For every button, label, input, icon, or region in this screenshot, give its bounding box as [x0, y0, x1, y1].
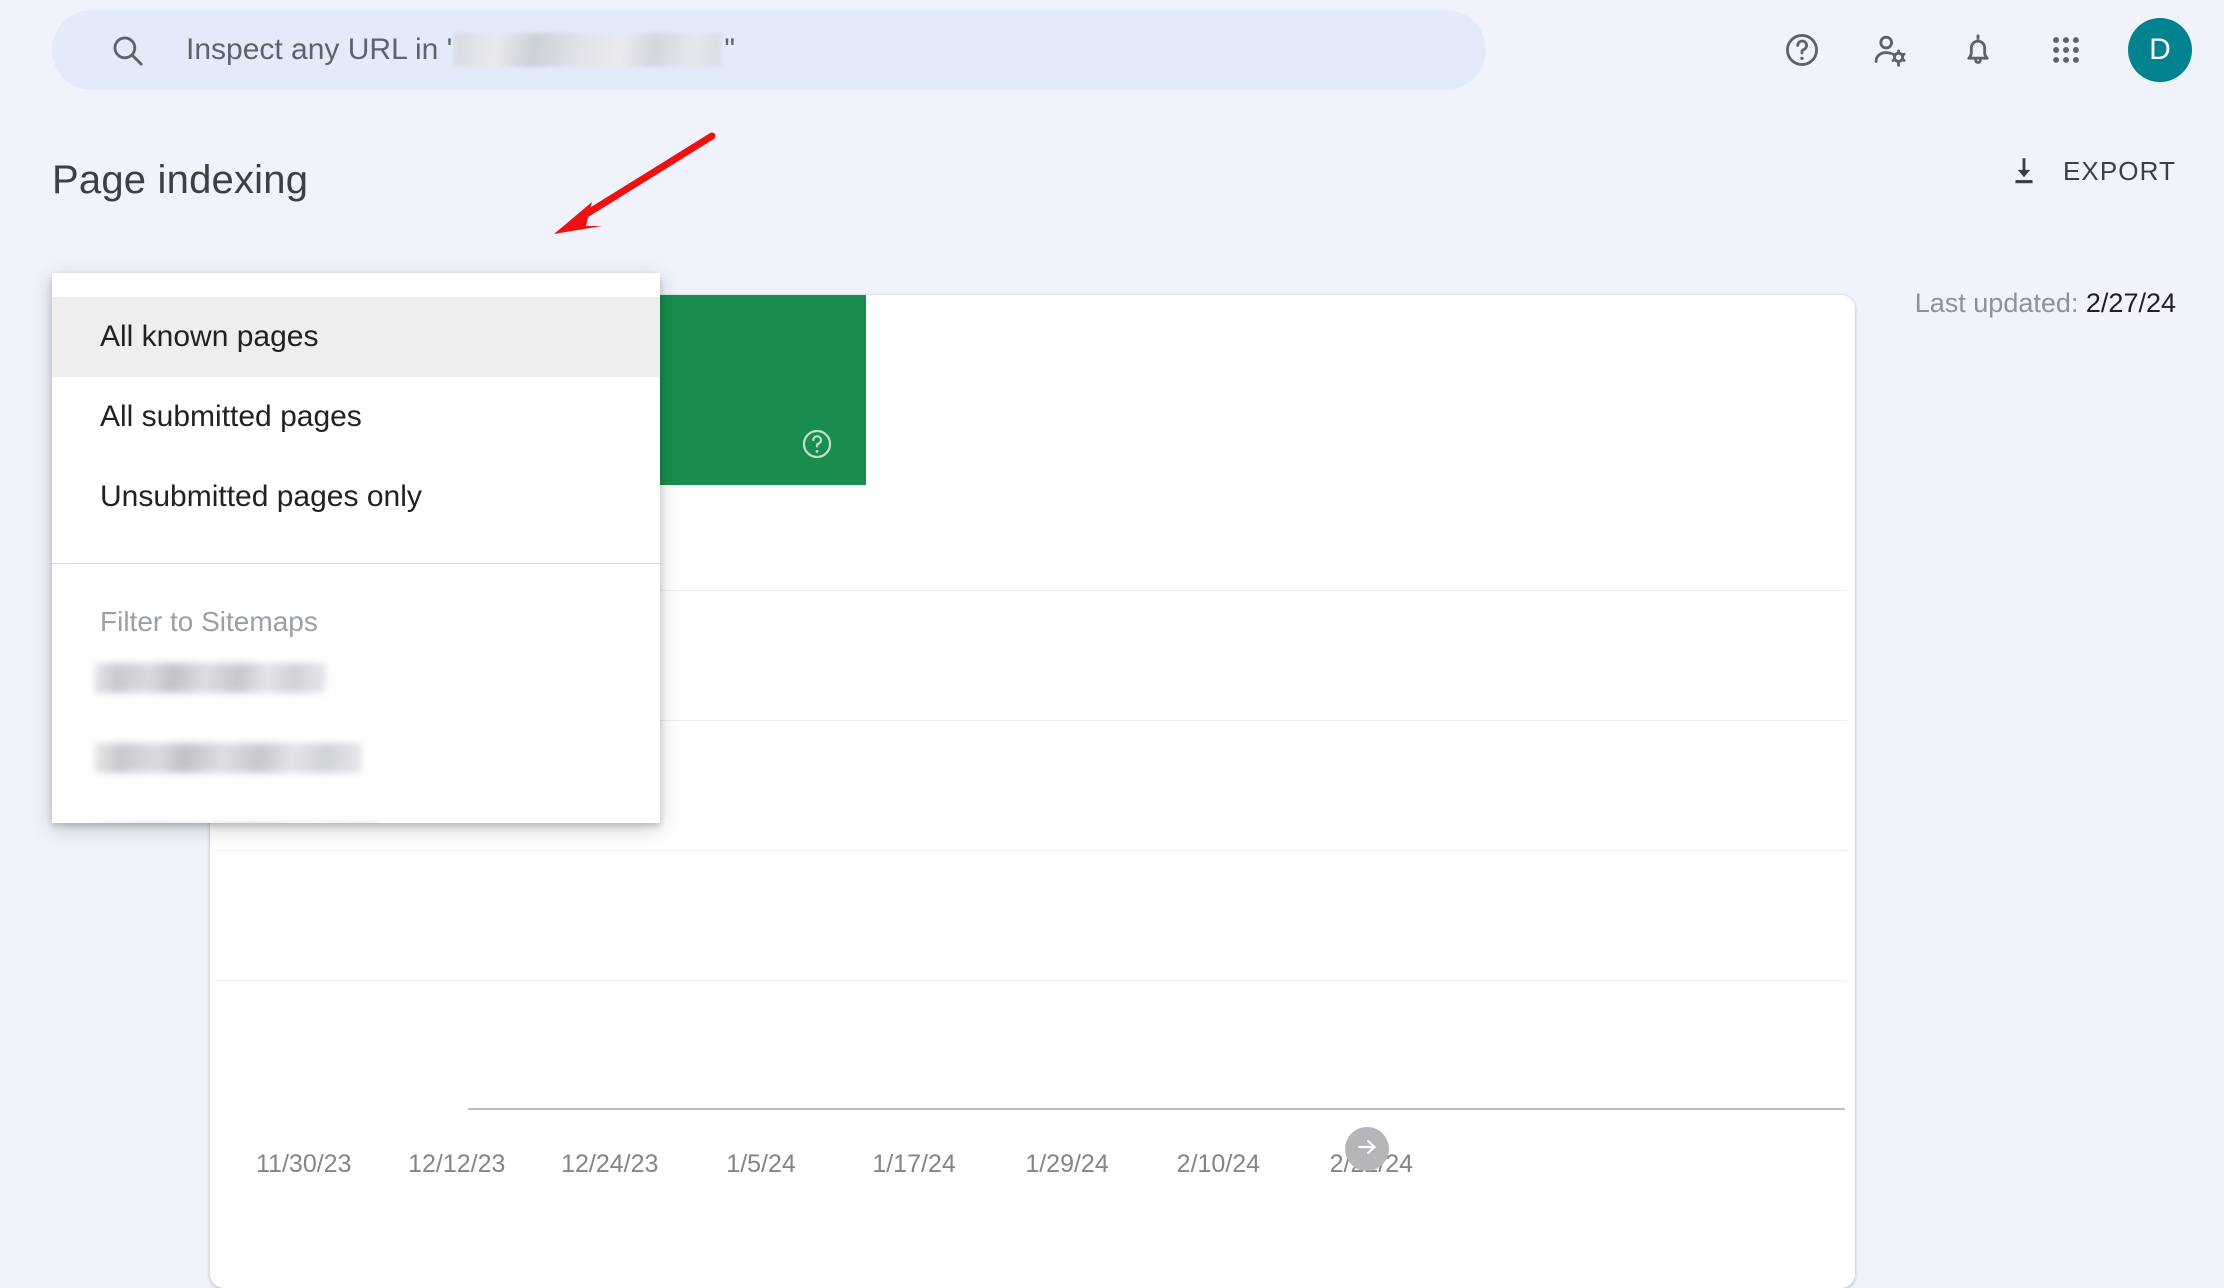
- x-axis-tick-label: 1/17/24: [872, 1150, 956, 1178]
- redacted-property-name: [454, 33, 723, 67]
- chart-next-button[interactable]: [1345, 1127, 1389, 1171]
- page-title: Page indexing: [52, 158, 309, 202]
- x-axis-line: [468, 1108, 1845, 1110]
- x-axis-tick-label: 2/10/24: [1176, 1150, 1261, 1178]
- user-settings-icon[interactable]: [1846, 6, 1934, 94]
- filter-to-sitemaps-heading: Filter to Sitemaps: [100, 606, 318, 637]
- last-updated: Last updated: 2/27/24: [1915, 288, 2176, 319]
- menu-item-unsubmitted-pages-only[interactable]: Unsubmitted pages only: [52, 457, 660, 537]
- x-axis-tick-label: 1/5/24: [726, 1150, 796, 1178]
- redacted-sitemap-url: [94, 743, 362, 773]
- menu-item-all-submitted-pages[interactable]: All submitted pages: [52, 377, 660, 457]
- search-placeholder-text: Inspect any URL in ' ": [186, 33, 735, 67]
- top-app-bar: Inspect any URL in ' " D: [0, 0, 2224, 100]
- avatar[interactable]: D: [2128, 18, 2192, 82]
- bar-series-container: [468, 590, 1845, 1110]
- search-prefix: Inspect any URL in ': [186, 33, 453, 66]
- notifications-bell-icon[interactable]: [1934, 6, 2022, 94]
- menu-item-label: Unsubmitted pages only: [100, 480, 422, 513]
- sitemap-list-item[interactable]: [52, 638, 660, 718]
- menu-partial-item-clipped[interactable]: [52, 797, 660, 823]
- last-updated-label: Last updated:: [1914, 288, 2079, 318]
- avatar-initial: D: [2149, 33, 2171, 66]
- menu-item-all-known-pages[interactable]: All known pages: [52, 297, 660, 377]
- menu-item-label: All known pages: [100, 320, 319, 353]
- top-bar-actions: D: [1758, 0, 2198, 100]
- page-header: Page indexing EXPORT: [0, 100, 2224, 260]
- help-circle-icon[interactable]: [800, 427, 834, 461]
- export-label: EXPORT: [2062, 155, 2176, 186]
- export-button[interactable]: EXPORT: [2007, 154, 2176, 188]
- url-inspection-search-bar[interactable]: Inspect any URL in ' ": [52, 10, 1486, 90]
- apps-grid-icon[interactable]: [2022, 6, 2110, 94]
- menu-item-label: All submitted pages: [100, 400, 362, 433]
- download-icon: [2007, 154, 2041, 188]
- help-icon[interactable]: [1758, 6, 1846, 94]
- search-suffix: ": [724, 33, 736, 66]
- arrow-right-icon: [1354, 1134, 1380, 1165]
- x-axis-labels: 11/30/23 12/12/23 12/24/23 1/5/24 1/17/24 1/2…: [210, 1150, 1855, 1200]
- sitemap-list-item[interactable]: [52, 718, 660, 798]
- last-updated-value: 2/27/24: [2085, 288, 2176, 318]
- menu-partial-item-text: [52, 797, 660, 815]
- x-axis-tick-label: 11/30/23: [256, 1150, 352, 1178]
- redacted-sitemap-url: [94, 663, 326, 693]
- x-axis-tick-label: 12/24/23: [561, 1150, 659, 1178]
- search-icon: [110, 33, 144, 67]
- page-filter-dropdown-menu[interactable]: All known pages All submitted pages Unsu…: [52, 273, 660, 823]
- x-axis-tick-label: 1/29/24: [1025, 1150, 1109, 1178]
- x-axis-tick-label: 12/12/23: [408, 1150, 506, 1178]
